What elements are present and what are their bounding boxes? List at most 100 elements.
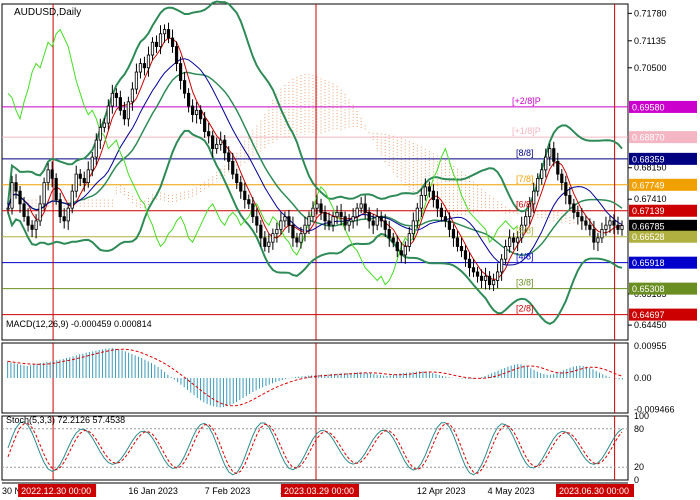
candle-body [419,194,423,209]
candle-body [323,212,327,222]
candle-body [391,237,395,243]
candle-body [423,186,427,196]
candle-body [106,105,110,124]
candle-body [359,203,363,209]
candle-body [331,216,335,226]
candle-body [215,143,219,150]
macd-tick-label: 0.00955 [634,341,667,351]
candle-body [576,212,580,218]
candle-body [508,237,512,247]
candle-body [411,220,415,235]
candle-body [102,122,106,128]
candle-body [14,182,18,192]
candle-body [600,229,604,239]
candle-body [255,216,259,226]
candle-body [110,92,114,107]
trading-chart[interactable]: [+2/8]P [+1/8]P [8/8] [7/8] [6/8] [5/8] [4/8] [… [0,0,700,500]
candle-body [371,220,375,226]
time-highlight-label: 2023.03.29 00:00 [284,486,354,496]
candle-body [231,160,235,175]
candle-body [70,190,74,209]
candle-body [335,212,339,218]
macd-tick-label: 0.00 [634,373,652,383]
stoch-tick-label: 20 [634,462,644,472]
candle-body [235,173,239,184]
candle-body [407,233,411,247]
candle-body [383,220,387,230]
price-tick-label: 0.64450 [634,320,667,330]
candle-body [295,237,299,243]
candle-body [50,169,54,179]
candle-body [299,233,303,243]
price-level-label: 0.68359 [632,154,665,164]
price-tick-label: 0.70500 [634,63,667,73]
candle-body [271,233,275,243]
candle-body [544,156,548,171]
candle-body [315,203,319,209]
candle-body [379,216,383,222]
price-level-label: 0.66528 [632,232,665,242]
candle-body [54,177,58,201]
candle-body [122,109,126,120]
candle-body [431,190,435,201]
candle-body [118,97,122,111]
candle-body [86,169,90,184]
candle-body [427,186,431,192]
candle-body [612,220,616,226]
candle-body [94,139,98,158]
candle-body [311,207,315,218]
candle-body [604,224,608,230]
candle-body [186,92,191,107]
candle-body [592,229,596,243]
candle-body [475,271,480,277]
candle-body [219,139,223,145]
candle-body [138,63,143,73]
candle-body [195,109,199,115]
candle-body [22,203,26,218]
stoch-tick-label: 0 [634,475,639,485]
candle-body [487,275,492,286]
candle-body [327,220,331,226]
candle-body [247,199,251,205]
candle-body [259,224,263,239]
candle-body [572,203,576,213]
candle-body [267,241,271,247]
candle-body [568,194,572,205]
time-label: 12 Apr 2023 [417,486,466,496]
candle-body [439,207,444,218]
candle-body [319,203,323,213]
candle-body [287,216,291,226]
candle-body [66,207,70,222]
candle-body [616,224,620,230]
candle-body [495,271,500,281]
candle-body [126,101,130,120]
candle-body [556,160,560,175]
murrey-label: [4/8] [516,252,534,262]
candle-body [435,199,439,209]
candle-body [447,220,452,230]
price-level-label: 0.64697 [632,310,665,320]
candle-body [580,216,584,222]
candle-body [467,258,472,269]
candle-body [191,105,195,115]
candle-body [367,212,371,222]
candle-body [199,109,203,120]
candle-body [150,41,155,56]
candle-body [142,63,147,69]
candle-body [355,207,359,218]
murrey-label: [+2/8]P [512,96,541,106]
candle-body [243,190,247,201]
candle-body [158,33,163,47]
murrey-label: [+1/8]P [512,126,541,136]
candle-body [395,241,399,252]
candle-body [42,182,46,205]
candle-body [211,135,215,150]
price-tick-label: 0.67410 [634,194,667,204]
price-level-label: 0.65308 [632,284,665,294]
candle-body [451,229,456,239]
price-level-label: 0.65918 [632,258,665,268]
candle-body [74,173,78,192]
candle-body [363,203,367,213]
candle-body [608,220,612,226]
candle-body [479,275,484,281]
